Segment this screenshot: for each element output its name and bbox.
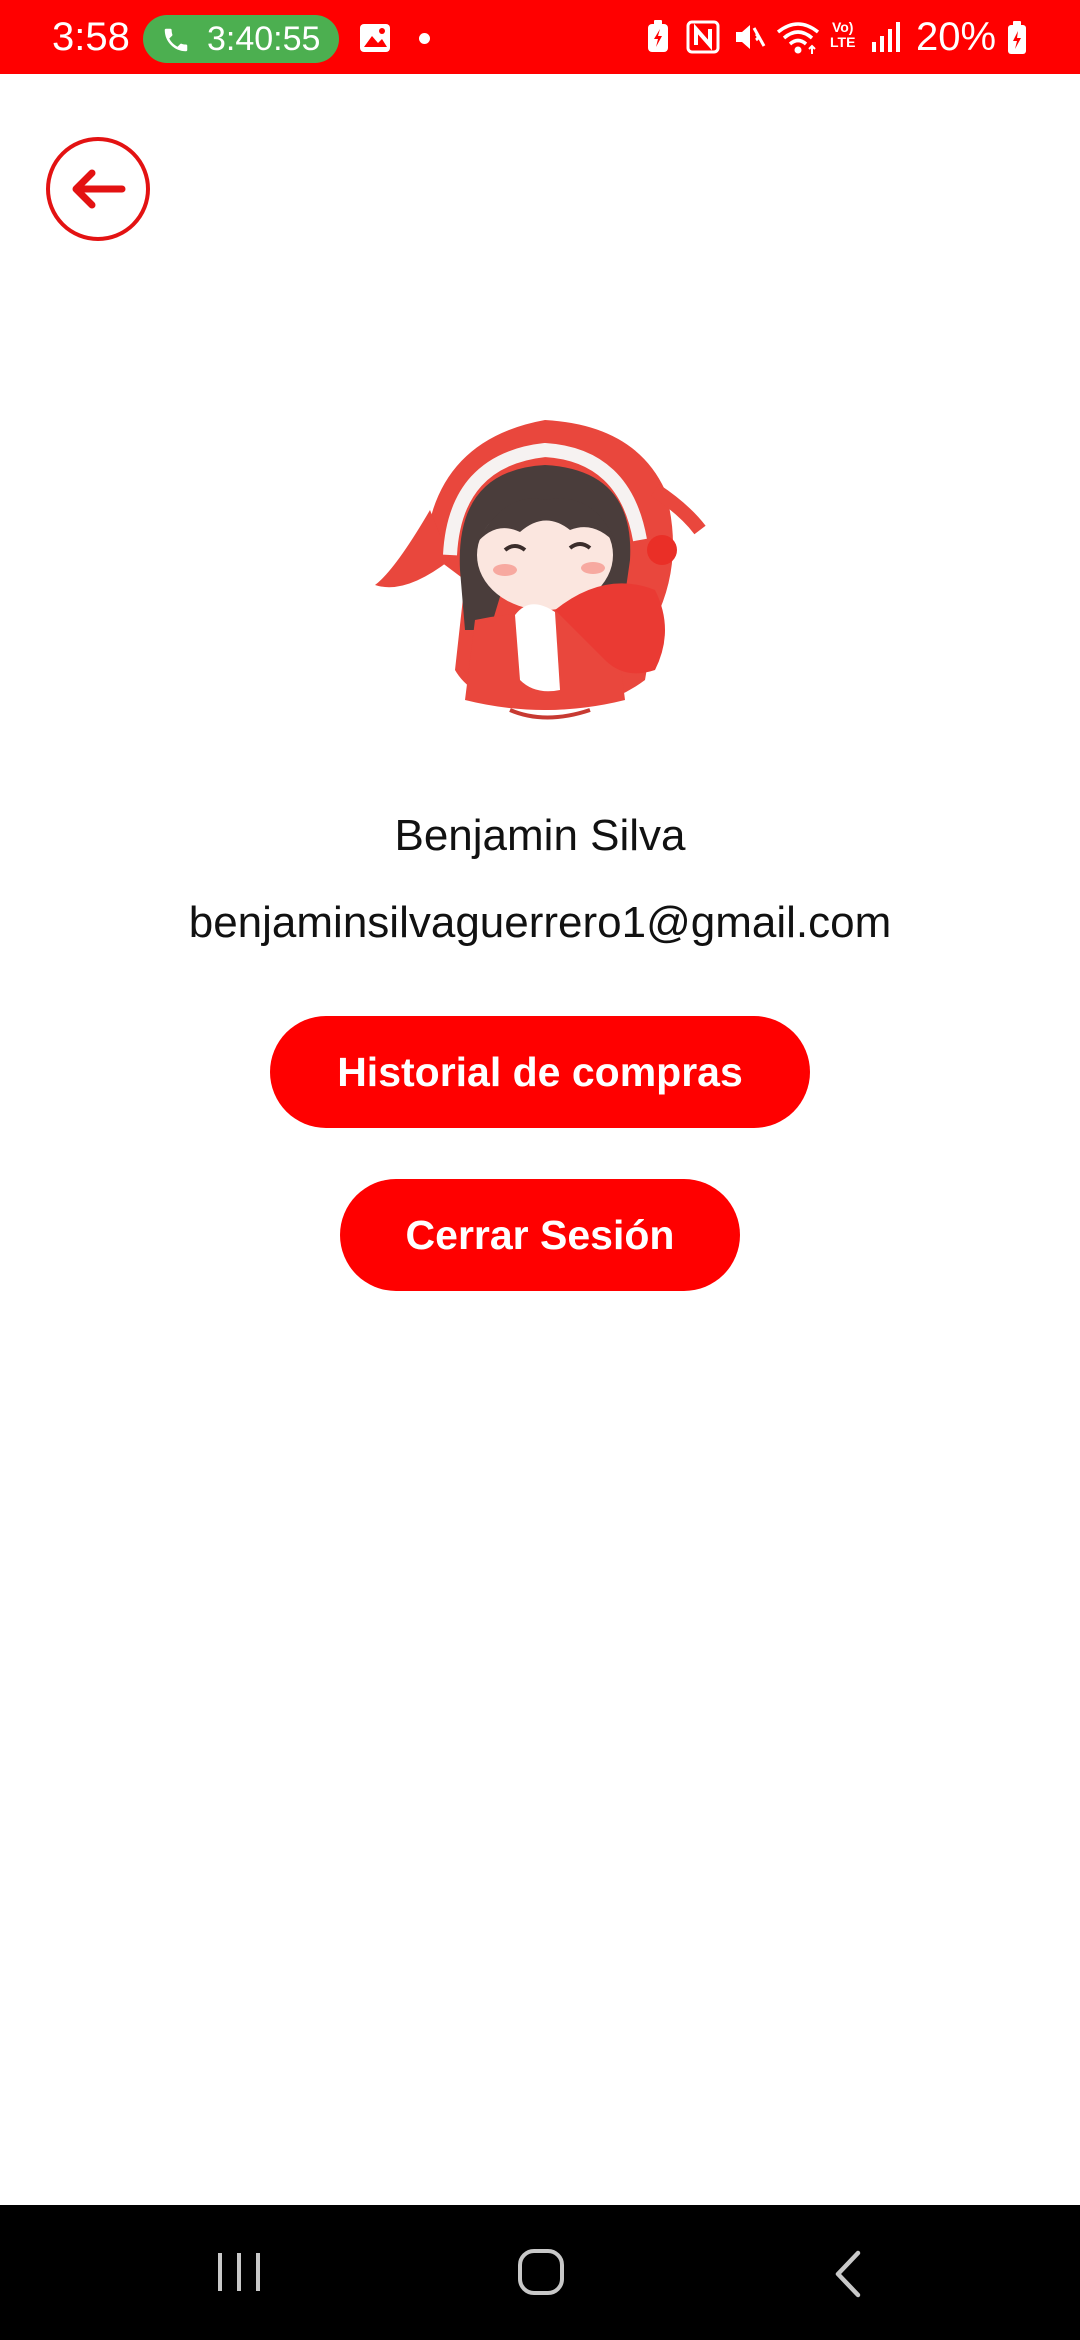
call-duration: 3:40:55 [207, 20, 321, 58]
volte-label-bottom: LTE [830, 34, 856, 50]
gallery-icon [360, 24, 390, 52]
nfc-icon [686, 20, 720, 54]
battery-saver-icon [648, 20, 668, 52]
status-bar: 3:58 3:40:55 Vo) LTE 20% [0, 0, 1080, 74]
arrow-left-icon [72, 169, 126, 209]
ongoing-call-chip[interactable]: 3:40:55 [143, 15, 339, 63]
avatar [355, 380, 745, 770]
signal-icon [872, 22, 900, 52]
recents-icon[interactable] [214, 2249, 264, 2295]
user-name: Benjamin Silva [394, 811, 686, 860]
volte-label-top: Vo) [831, 19, 854, 35]
volte-icon: Vo) LTE [830, 20, 855, 50]
user-email: benjaminsilvaguerrero1@gmail.com [188, 898, 892, 947]
logout-button[interactable]: Cerrar Sesión [340, 1179, 740, 1291]
status-time: 3:58 [52, 15, 130, 59]
system-nav-bar [0, 2205, 1080, 2340]
back-button[interactable] [46, 137, 150, 241]
notification-dot-icon [419, 33, 430, 44]
profile-screen: 3:58 3:40:55 Vo) LTE 20% Benjamin Silva … [0, 0, 1080, 2340]
purchase-history-button[interactable]: Historial de compras [270, 1016, 810, 1128]
mute-icon [736, 25, 766, 49]
back-icon[interactable] [828, 2249, 868, 2299]
wifi-icon [776, 22, 820, 54]
home-icon[interactable] [516, 2249, 566, 2295]
battery-percent: 20% [916, 15, 997, 59]
phone-icon [164, 28, 188, 52]
anime-girl-red-hoodie-avatar-icon [375, 420, 706, 720]
battery-charging-icon [1008, 21, 1026, 54]
